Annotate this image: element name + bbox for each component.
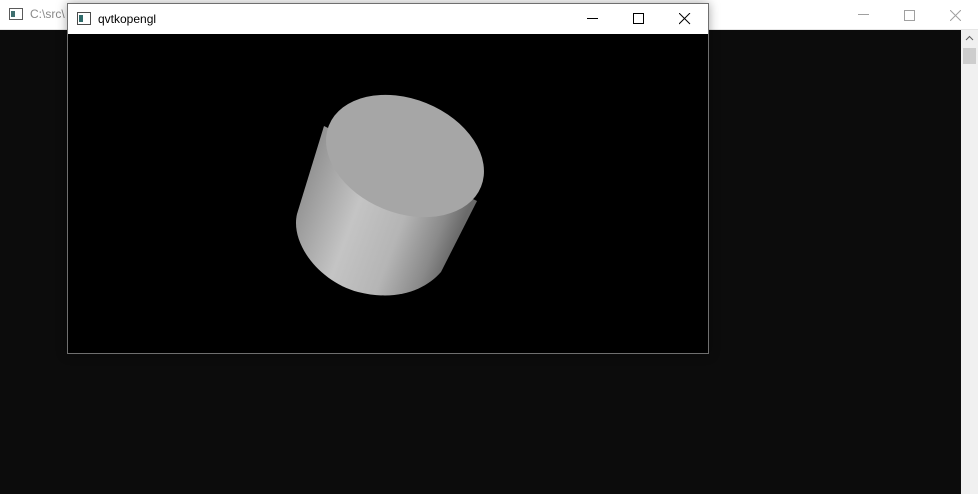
close-button[interactable] xyxy=(662,4,708,34)
console-scrollbar[interactable] xyxy=(961,30,978,494)
console-minimize-button[interactable] xyxy=(840,0,886,30)
minimize-icon xyxy=(858,14,869,15)
app-window-icon xyxy=(77,12,91,25)
console-maximize-button[interactable] xyxy=(886,0,932,30)
console-window-title: C:\src\ xyxy=(30,7,65,21)
chevron-up-icon xyxy=(965,35,974,41)
console-close-button[interactable] xyxy=(932,0,978,30)
app-window-controls xyxy=(570,4,708,34)
cylinder-3d-render xyxy=(295,94,484,296)
minimize-icon xyxy=(587,18,598,19)
close-icon xyxy=(679,13,691,25)
app-window-title: qvtkopengl xyxy=(98,12,157,26)
app-titlebar[interactable]: qvtkopengl xyxy=(68,4,708,34)
minimize-button[interactable] xyxy=(570,4,616,34)
scroll-up-button[interactable] xyxy=(961,30,978,47)
qvtkopengl-window: qvtkopengl xyxy=(67,3,709,354)
console-window-controls xyxy=(840,0,978,30)
maximize-icon xyxy=(904,10,915,21)
console-app-icon xyxy=(9,8,23,20)
close-icon xyxy=(950,10,961,21)
vtk-render-view[interactable] xyxy=(68,34,708,353)
maximize-icon xyxy=(633,13,644,24)
maximize-button[interactable] xyxy=(616,4,662,34)
scroll-thumb[interactable] xyxy=(963,48,976,64)
